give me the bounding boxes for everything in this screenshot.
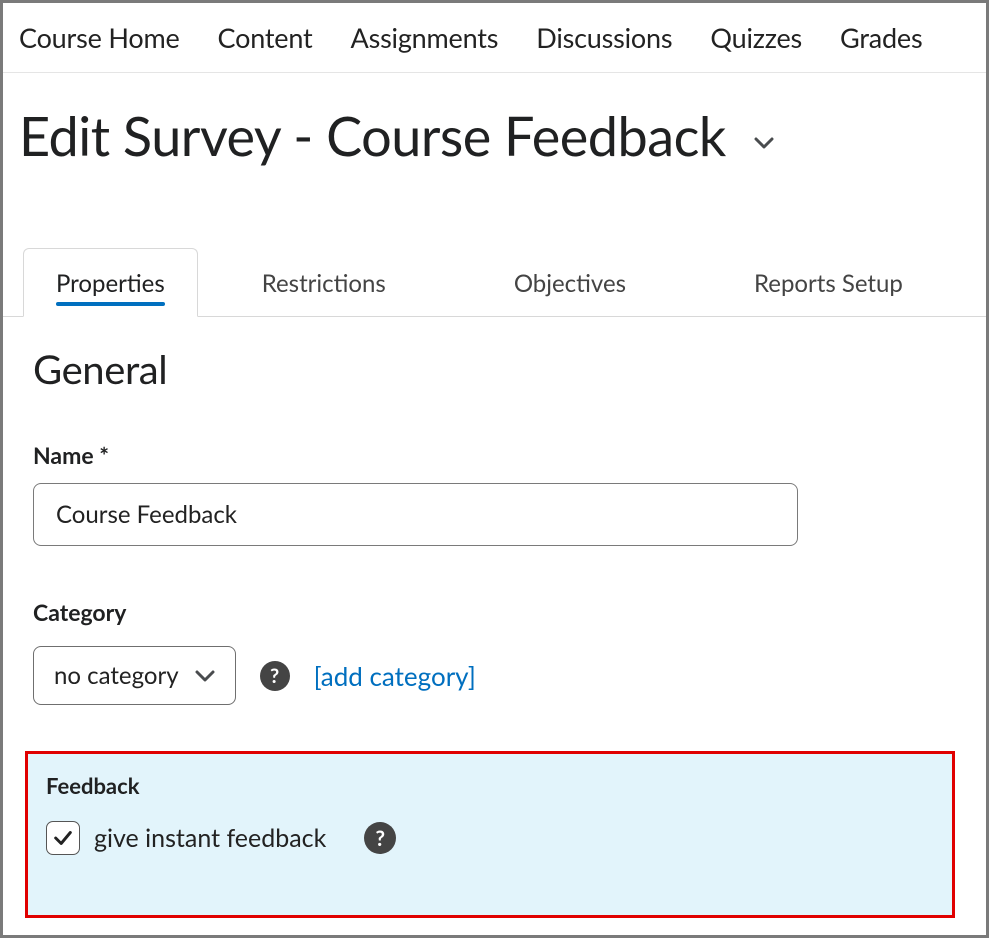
tab-objectives[interactable]: Objectives <box>482 249 658 316</box>
category-label: Category <box>33 598 956 626</box>
tab-label: Reports Setup <box>754 269 903 298</box>
course-nav: Course Home Content Assignments Discussi… <box>3 3 986 73</box>
checkmark-icon <box>52 827 74 849</box>
tab-bar: Properties Restrictions Objectives Repor… <box>3 248 986 317</box>
tab-restrictions[interactable]: Restrictions <box>230 249 418 316</box>
page-title: Edit Survey - Course Feedback <box>19 103 726 168</box>
chevron-down-icon <box>754 136 774 150</box>
instant-feedback-help-icon[interactable]: ? <box>364 822 396 854</box>
nav-discussions[interactable]: Discussions <box>536 21 672 54</box>
tab-properties[interactable]: Properties <box>23 248 198 317</box>
add-category-link[interactable]: [add category] <box>314 660 476 692</box>
instant-feedback-checkbox[interactable] <box>46 821 80 855</box>
feedback-heading: Feedback <box>46 772 934 799</box>
category-selected-text: no category <box>54 661 179 690</box>
active-tab-underline <box>56 302 165 306</box>
category-select[interactable]: no category <box>33 646 236 705</box>
nav-content[interactable]: Content <box>218 21 313 54</box>
tab-label: Properties <box>56 269 165 298</box>
nav-assignments[interactable]: Assignments <box>351 21 499 54</box>
name-label: Name * <box>33 441 956 469</box>
nav-quizzes[interactable]: Quizzes <box>710 21 802 54</box>
section-heading-general: General <box>33 345 956 393</box>
tab-label: Restrictions <box>262 269 386 298</box>
chevron-down-icon <box>195 669 215 683</box>
instant-feedback-row: give instant feedback ? <box>46 821 934 855</box>
tab-label: Objectives <box>514 269 626 298</box>
nav-course-home[interactable]: Course Home <box>19 21 180 54</box>
category-row: no category ? [add category] <box>33 646 956 705</box>
feedback-section-highlight: Feedback give instant feedback ? <box>25 751 955 918</box>
nav-grades[interactable]: Grades <box>840 21 922 54</box>
instant-feedback-label: give instant feedback <box>94 823 326 853</box>
page-title-row: Edit Survey - Course Feedback <box>3 73 986 178</box>
category-help-icon[interactable]: ? <box>260 661 290 691</box>
tab-reports-setup[interactable]: Reports Setup <box>722 249 935 316</box>
title-actions-dropdown[interactable] <box>754 135 774 154</box>
survey-name-input[interactable] <box>33 483 798 546</box>
properties-panel: General Name * Category no category ? [a… <box>3 317 986 918</box>
